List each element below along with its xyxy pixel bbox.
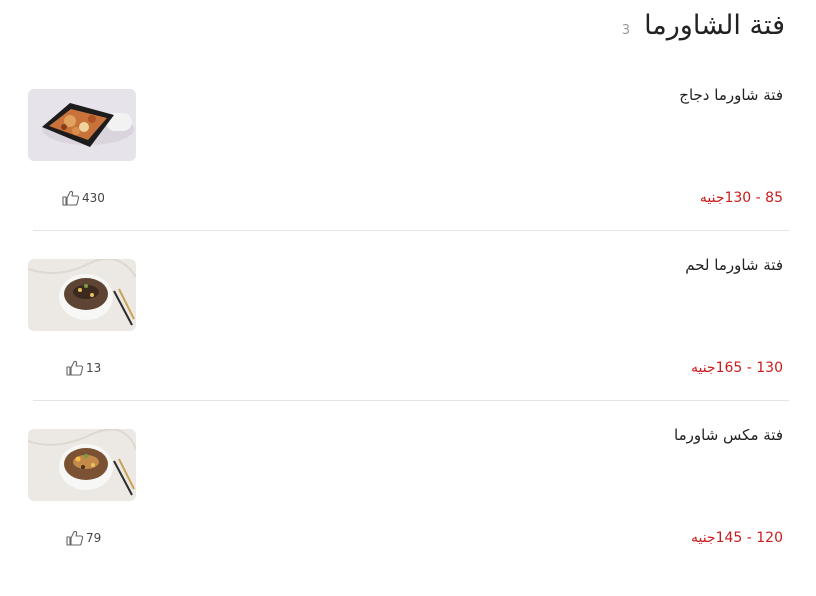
thumbs-up-icon [66, 530, 84, 546]
menu-item-name[interactable]: فتة مكس شاورما [674, 426, 783, 444]
menu-item-image[interactable] [28, 429, 136, 501]
section-item-count: 3 [621, 23, 631, 38]
like-button[interactable]: 430 [62, 190, 105, 206]
like-button[interactable]: 13 [66, 360, 101, 376]
thumbs-up-icon [66, 360, 84, 376]
menu-item-price: 85 - 130جنيه [699, 190, 783, 206]
like-button[interactable]: 79 [66, 530, 101, 546]
menu-item-name[interactable]: فتة شاورما دجاج [679, 86, 783, 104]
divider [33, 400, 789, 401]
menu-item-price: 130 - 165جنيه [690, 360, 783, 376]
like-count: 79 [86, 531, 102, 545]
menu-item-price: 120 - 145جنيه [690, 530, 783, 546]
menu-item[interactable]: فتة مكس شاورما 120 - 145جنيه 79 [28, 426, 789, 596]
like-count: 13 [86, 361, 102, 375]
menu-item-image[interactable] [28, 89, 136, 161]
menu-item-image[interactable] [28, 259, 136, 331]
like-count: 430 [82, 191, 105, 205]
thumbs-up-icon [62, 190, 80, 206]
menu-item-name[interactable]: فتة شاورما لحم [685, 256, 783, 274]
divider [33, 230, 789, 231]
section-title: فتة الشاورما [644, 10, 785, 41]
section-header: فتة الشاورما 3 [622, 8, 785, 49]
